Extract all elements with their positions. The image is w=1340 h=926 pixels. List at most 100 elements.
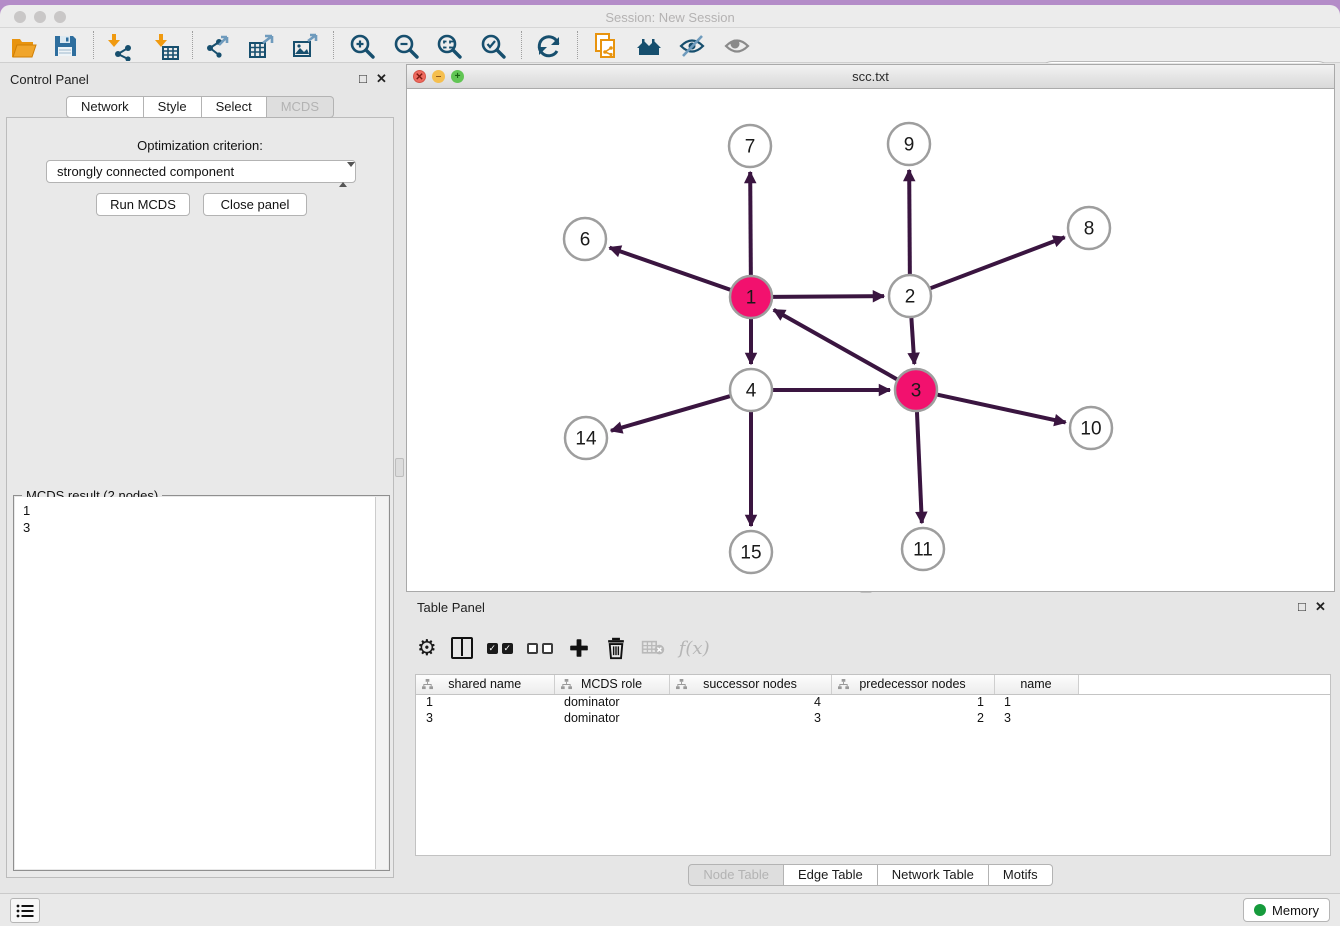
result-line: 3 (23, 519, 368, 536)
node-9[interactable]: 9 (888, 123, 930, 165)
table-panel-title: Table Panel (417, 600, 485, 615)
run-mcds-button[interactable]: Run MCDS (96, 193, 190, 216)
network-window-titlebar[interactable]: ✕ – + scc.txt (407, 65, 1334, 89)
edge-2-9[interactable] (909, 170, 910, 274)
tab-mcds[interactable]: MCDS (267, 96, 334, 118)
edge-1-2[interactable] (773, 296, 884, 297)
list-icon (16, 904, 34, 918)
hide-graphics-details-icon[interactable] (677, 31, 707, 61)
node-8[interactable]: 8 (1068, 207, 1110, 249)
show-graphics-details-icon[interactable] (722, 31, 752, 61)
node-15[interactable]: 15 (730, 531, 772, 573)
tab-select[interactable]: Select (202, 96, 267, 118)
edge-2-8[interactable] (931, 237, 1065, 288)
edge-2-3[interactable] (911, 318, 914, 364)
node-14[interactable]: 14 (565, 417, 607, 459)
zoom-in-icon[interactable] (347, 31, 377, 61)
tab-network-table[interactable]: Network Table (878, 864, 989, 886)
table-cell[interactable]: 1 (416, 694, 554, 710)
tab-node-table[interactable]: Node Table (688, 864, 784, 886)
col-name[interactable]: name (994, 675, 1078, 694)
duplicate-network-icon[interactable] (590, 31, 620, 61)
vertical-splitter-grip[interactable] (395, 458, 404, 477)
table-cell[interactable]: 3 (416, 710, 554, 726)
column-view-icon[interactable] (451, 635, 473, 661)
memory-button[interactable]: Memory (1243, 898, 1330, 922)
node-4[interactable]: 4 (730, 369, 772, 411)
edge-4-14[interactable] (611, 396, 730, 431)
node-2[interactable]: 2 (889, 275, 931, 317)
table-tabs: Node Table Edge Table Network Table Moti… (406, 864, 1335, 886)
select-all-columns-icon[interactable]: ✓✓ (487, 635, 513, 661)
tab-motifs[interactable]: Motifs (989, 864, 1053, 886)
node-label: 2 (905, 287, 916, 308)
app-titlebar[interactable]: Session: New Session (0, 5, 1340, 28)
edge-layer[interactable] (610, 170, 1066, 526)
zoom-out-icon[interactable] (391, 31, 421, 61)
float-panel-icon[interactable]: □ (359, 71, 367, 86)
zoom-selected-icon[interactable] (478, 31, 508, 61)
table-cell[interactable] (1078, 694, 1330, 710)
edge-3-1[interactable] (774, 310, 897, 379)
table-cell[interactable]: 4 (669, 694, 831, 710)
table-cell[interactable]: 1 (831, 694, 994, 710)
deselect-all-columns-icon[interactable] (527, 635, 553, 661)
add-column-icon[interactable] (567, 635, 591, 661)
col-successor-nodes[interactable]: successor nodes (669, 675, 831, 694)
node-11[interactable]: 11 (902, 528, 944, 570)
table-cell[interactable]: 1 (994, 694, 1078, 710)
first-neighbors-icon[interactable] (634, 31, 664, 61)
close-table-panel-icon[interactable]: ✕ (1315, 599, 1326, 615)
import-network-icon[interactable] (104, 31, 134, 61)
function-builder-icon[interactable]: f(x) (679, 635, 710, 661)
table-cell[interactable]: dominator (554, 694, 669, 710)
mcds-result-group: MCDS result (2 nodes) 13 (13, 495, 390, 871)
save-session-icon[interactable] (50, 31, 80, 61)
network-window-title: scc.txt (407, 69, 1334, 84)
delete-table-icon[interactable] (641, 635, 665, 661)
close-panel-button[interactable]: Close panel (203, 193, 307, 216)
delete-columns-icon[interactable] (605, 635, 627, 661)
tab-network[interactable]: Network (66, 96, 144, 118)
open-session-icon[interactable] (8, 31, 38, 61)
table-cell[interactable] (1078, 710, 1330, 726)
node-label: 10 (1080, 419, 1101, 440)
table-cell[interactable]: 2 (831, 710, 994, 726)
edge-1-7[interactable] (750, 172, 751, 275)
zoom-fit-icon[interactable] (434, 31, 464, 61)
table-cell[interactable]: 3 (669, 710, 831, 726)
import-table-icon[interactable] (151, 31, 181, 61)
table-cell[interactable]: dominator (554, 710, 669, 726)
node-7[interactable]: 7 (729, 125, 771, 167)
col-shared-name[interactable]: shared name (416, 675, 554, 694)
export-network-icon[interactable] (203, 31, 233, 61)
table-row[interactable]: 1dominator411 (416, 694, 1330, 710)
float-table-panel-icon[interactable]: □ (1298, 599, 1306, 614)
node-10[interactable]: 10 (1070, 407, 1112, 449)
network-canvas[interactable]: 7 9 6 8 1 2 4 3 14 10 15 11 (407, 89, 1334, 591)
col-mcds-role[interactable]: MCDS role (554, 675, 669, 694)
node-6[interactable]: 6 (564, 218, 606, 260)
node-3[interactable]: 3 (895, 369, 937, 411)
export-image-icon[interactable] (290, 31, 320, 61)
tab-style[interactable]: Style (144, 96, 202, 118)
result-scrollbar[interactable] (375, 497, 388, 869)
edge-3-10[interactable] (937, 395, 1065, 423)
col-predecessor-nodes[interactable]: predecessor nodes (831, 675, 994, 694)
apply-layout-icon[interactable] (534, 31, 564, 61)
task-history-button[interactable] (10, 898, 40, 923)
mcds-result-list[interactable]: 13 (15, 497, 376, 869)
node-label: 9 (904, 135, 915, 156)
criterion-select[interactable]: strongly connected component (46, 160, 356, 183)
edge-3-11[interactable] (917, 412, 922, 523)
node-label: 1 (746, 288, 757, 309)
tab-edge-table[interactable]: Edge Table (784, 864, 878, 886)
table-row[interactable]: 3dominator323 (416, 710, 1330, 726)
export-table-icon[interactable] (246, 31, 276, 61)
edge-1-6[interactable] (610, 248, 731, 290)
table-options-icon[interactable]: ⚙ (417, 635, 437, 661)
close-panel-icon[interactable]: ✕ (376, 71, 387, 87)
table-cell[interactable]: 3 (994, 710, 1078, 726)
node-1[interactable]: 1 (730, 276, 772, 318)
criterion-value: strongly connected component (57, 164, 234, 179)
